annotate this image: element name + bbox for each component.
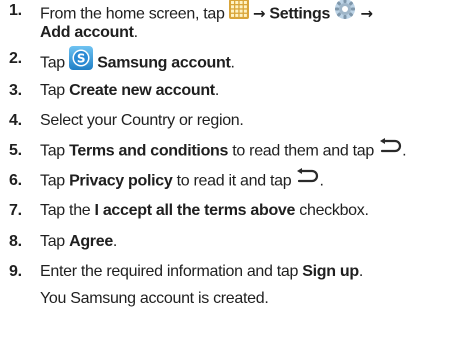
step-text: Tap the I accept all the terms above che… — [40, 202, 369, 219]
back-arrow-icon — [295, 168, 319, 191]
step-number: 2. — [9, 50, 22, 67]
step-number: 9. — [9, 263, 22, 280]
step-number: 7. — [9, 202, 22, 219]
settings-gear-icon — [334, 0, 356, 27]
svg-text:S: S — [77, 52, 85, 66]
step-number: 5. — [9, 142, 22, 159]
step-number: 1. — [9, 2, 22, 19]
step-text: Enter the required information and tap S… — [40, 263, 363, 280]
back-arrow-icon — [378, 138, 402, 161]
step-text: Tap S Samsung account. — [40, 46, 235, 79]
step-text: Tap Agree. — [40, 233, 118, 250]
step-number: 6. — [9, 172, 22, 189]
step-text: Tap Terms and conditions to read them an… — [40, 138, 407, 163]
step-number: 8. — [9, 233, 22, 250]
samsung-account-icon: S — [69, 46, 94, 77]
step-text: Tap Privacy policy to read it and tap . — [40, 168, 324, 193]
step-text: Select your Country or region. — [40, 112, 244, 129]
step-9-result: You Samsung account is created. — [40, 290, 269, 307]
step-1-continued: Add account. — [40, 24, 138, 41]
step-number: 3. — [9, 82, 22, 99]
step-number: 4. — [9, 112, 22, 129]
arrow-separator: → — [252, 4, 266, 23]
apps-grid-icon — [228, 0, 249, 26]
step-text: Tap Create new account. — [40, 82, 219, 99]
arrow-separator: → — [360, 4, 373, 23]
